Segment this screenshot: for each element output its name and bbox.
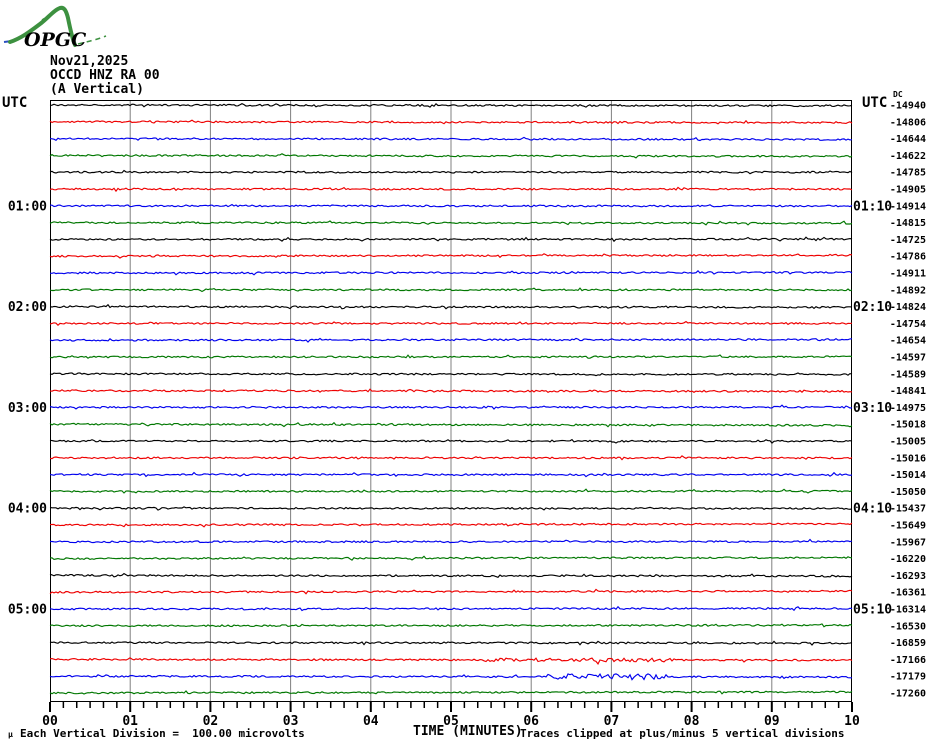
row-label-right-02:10: 02:10 (853, 300, 892, 315)
row-dc-value: -17179 (890, 672, 926, 683)
row-label-left-05:00: 05:00 (8, 603, 47, 618)
row-dc-value: -16361 (890, 588, 926, 599)
row-label-left-02:00: 02:00 (8, 300, 47, 315)
row-dc-value: -15016 (890, 453, 926, 464)
x-tick-label-10: 10 (844, 714, 860, 729)
row-dc-value: -14786 (890, 252, 926, 263)
row-dc-value: -16314 (890, 605, 926, 616)
row-dc-value: -14911 (890, 269, 926, 280)
row-dc-value: -14785 (890, 168, 926, 179)
row-dc-value: -14589 (890, 369, 926, 380)
scale-note: Each Vertical Division = 100.00 microvol… (20, 727, 305, 740)
row-dc-value: -16293 (890, 571, 926, 582)
row-dc-value: -17260 (890, 689, 926, 700)
row-label-left-04:00: 04:00 (8, 502, 47, 517)
row-dc-value: -15018 (890, 420, 926, 431)
row-dc-value: -14806 (890, 117, 926, 128)
row-dc-value: -15649 (890, 521, 926, 532)
row-dc-value: -14622 (890, 151, 926, 162)
row-dc-value: -15437 (890, 504, 926, 515)
row-dc-value: -15014 (890, 470, 926, 481)
row-dc-value: -14905 (890, 185, 926, 196)
row-dc-value: -14824 (890, 302, 926, 313)
row-dc-value: -15967 (890, 537, 926, 548)
row-dc-value: -16859 (890, 638, 926, 649)
row-label-right-03:10: 03:10 (853, 401, 892, 416)
row-dc-value: -14725 (890, 235, 926, 246)
row-dc-value: -14597 (890, 353, 926, 364)
row-label-left-03:00: 03:00 (8, 401, 47, 416)
row-label-left-01:00: 01:00 (8, 199, 47, 214)
row-label-right-01:10: 01:10 (853, 199, 892, 214)
x-axis-title: TIME (MINUTES) (413, 724, 523, 739)
x-tick-label-04: 04 (363, 714, 379, 729)
mu-glyph: µ (8, 730, 13, 739)
row-dc-value: -14975 (890, 403, 926, 414)
row-dc-value: -15050 (890, 487, 926, 498)
row-dc-value: -17166 (890, 655, 926, 666)
row-dc-value: -14892 (890, 285, 926, 296)
row-dc-value: -14815 (890, 218, 926, 229)
row-dc-value: -15005 (890, 437, 926, 448)
row-dc-value: -14754 (890, 319, 926, 330)
row-dc-value: -14914 (890, 201, 926, 212)
row-dc-value: -14940 (890, 101, 926, 112)
row-dc-value: -16220 (890, 554, 926, 565)
helicorder-plot: -14940 -14806 -14644 -14622 -14785 -14905 01:0… (8, 100, 926, 729)
seismogram-page: OPGC Nov21,2025 OCCD HNZ RA 00 (A Vertic… (0, 0, 930, 744)
row-label-right-05:10: 05:10 (853, 603, 892, 618)
row-dc-value: -14654 (890, 336, 926, 347)
row-label-right-04:10: 04:10 (853, 502, 892, 517)
row-dc-value: -14644 (890, 134, 926, 145)
clip-note: Traces clipped at plus/minus 5 vertical … (520, 727, 845, 740)
row-dc-value: -14841 (890, 386, 926, 397)
row-dc-value: -16530 (890, 621, 926, 632)
